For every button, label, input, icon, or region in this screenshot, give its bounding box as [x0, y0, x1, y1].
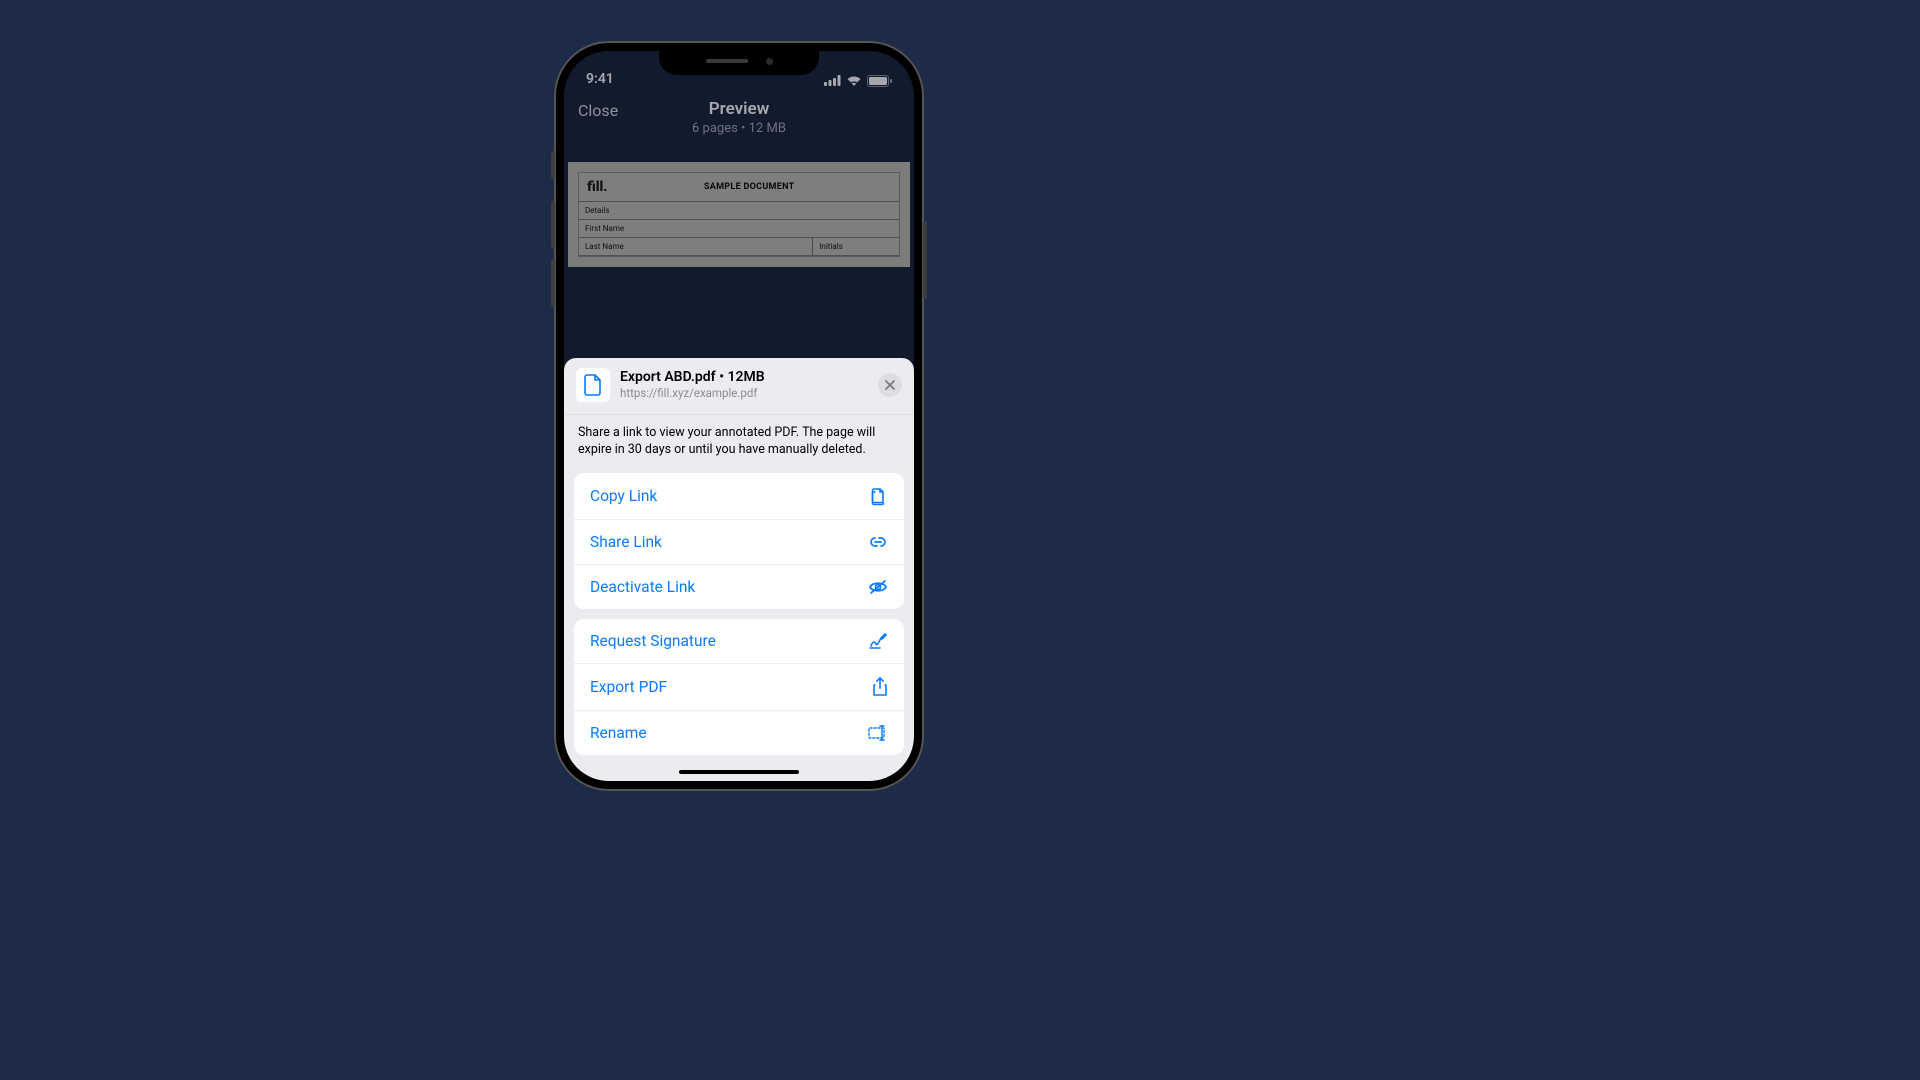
share-icon [872, 677, 888, 697]
file-actions-group: Request Signature Export PDF Rename [574, 619, 904, 755]
file-icon [576, 368, 610, 402]
screen: 9:41 Close Preview 6 pages • 12 MB [564, 51, 914, 781]
row-label: Rename [590, 724, 647, 742]
rename-button[interactable]: Rename [574, 710, 904, 755]
rename-icon [868, 725, 888, 741]
copy-icon [868, 486, 888, 506]
mute-switch [551, 151, 555, 179]
row-label: Copy Link [590, 487, 657, 505]
notch [659, 58, 819, 65]
row-label: Request Signature [590, 632, 716, 650]
eye-off-icon [868, 579, 888, 595]
link-icon [868, 534, 888, 550]
request-signature-button[interactable]: Request Signature [574, 619, 904, 663]
close-icon [885, 380, 895, 390]
power-button [923, 221, 927, 299]
home-indicator[interactable] [679, 770, 799, 774]
front-camera [766, 58, 773, 65]
copy-link-button[interactable]: Copy Link [574, 473, 904, 519]
link-actions-group: Copy Link Share Link Deactivate Link [574, 473, 904, 609]
action-sheet: Export ABD.pdf • 12MB https://fill.xyz/e… [564, 358, 914, 781]
sheet-close-button[interactable] [878, 373, 902, 397]
deactivate-link-button[interactable]: Deactivate Link [574, 564, 904, 609]
sheet-header: Export ABD.pdf • 12MB https://fill.xyz/e… [564, 358, 914, 415]
row-label: Deactivate Link [590, 578, 695, 596]
signature-icon [868, 632, 888, 650]
sheet-url: https://fill.xyz/example.pdf [620, 386, 868, 400]
sheet-title: Export ABD.pdf • 12MB [620, 369, 868, 385]
sheet-description: Share a link to view your annotated PDF.… [564, 415, 914, 463]
row-label: Export PDF [590, 678, 667, 696]
volume-down-button [551, 259, 555, 307]
phone-frame: 9:41 Close Preview 6 pages • 12 MB [554, 41, 924, 791]
volume-up-button [551, 201, 555, 249]
export-pdf-button[interactable]: Export PDF [574, 663, 904, 710]
share-link-button[interactable]: Share Link [574, 519, 904, 564]
speaker-grille [706, 59, 748, 63]
row-label: Share Link [590, 533, 662, 551]
